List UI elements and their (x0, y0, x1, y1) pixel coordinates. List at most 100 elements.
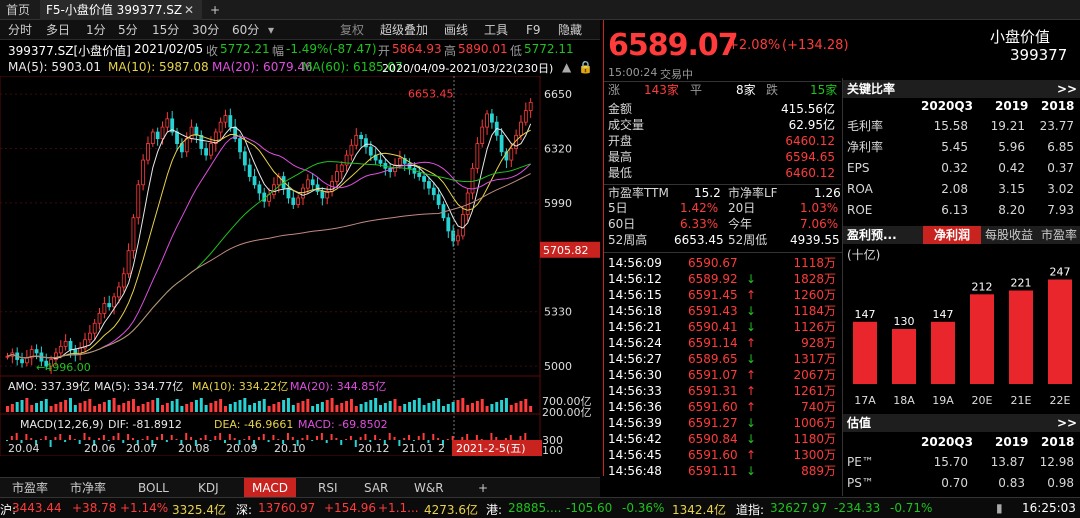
tab-sar[interactable]: SAR (356, 478, 396, 498)
tick-arrow-icon: ↑ (746, 336, 757, 350)
candle-body (397, 158, 402, 166)
tab-close-icon[interactable]: ✕ (180, 0, 200, 20)
macd-bar (480, 439, 483, 440)
tab-pb[interactable]: 市净率 (62, 478, 114, 498)
collapse-icon[interactable]: ▲ (562, 60, 571, 74)
hide-button[interactable]: 隐藏 (558, 20, 582, 40)
f9-button[interactable]: F9 (526, 20, 541, 40)
sh-index[interactable]: 3443.44 (12, 501, 62, 515)
stat-row: 最高 6594.65 (604, 149, 841, 165)
tab-boll[interactable]: BOLL (130, 478, 177, 498)
cell-value: 6.13 (941, 203, 968, 217)
forecast-tab-profit[interactable]: 净利润 (923, 226, 981, 244)
amo-bar (131, 399, 135, 412)
add-indicator-button[interactable]: + (470, 478, 496, 498)
forecast-category-label: 21E (1011, 394, 1032, 407)
period-1min[interactable]: 1分 (86, 20, 106, 40)
tick-volume: 1006万 (793, 416, 836, 430)
draw-button[interactable]: 画线 (444, 20, 468, 40)
tick-price: 6591.60 (688, 448, 738, 462)
forecast-header: 盈利预... 净利润 每股收益 市盈率 (843, 226, 1080, 244)
tick-arrow-icon: ↓ (746, 272, 757, 286)
tools-button[interactable]: 工具 (484, 20, 508, 40)
forecast-bar (1009, 290, 1033, 384)
hk-change: -105.60 (566, 501, 613, 515)
signal-icon: ▮ (996, 501, 1003, 515)
tab-macd[interactable]: MACD (244, 478, 296, 498)
dj-index[interactable]: 32627.97 (770, 501, 827, 515)
sz-index[interactable]: 13760.97 (258, 501, 315, 515)
forecast-value-label: 147 (855, 308, 876, 321)
amo-bar (78, 403, 82, 412)
period-30min[interactable]: 30分 (192, 20, 219, 40)
amo-bar (262, 399, 266, 412)
amo-bar (485, 406, 489, 412)
hk-index[interactable]: 28885.... (508, 501, 561, 515)
tab-current[interactable]: F5-小盘价值 399377.SZ (40, 0, 202, 20)
tick-list[interactable]: 14:56:09 6590.67 1118万 14:56:12 6589.92 ↓ 1828… (604, 252, 842, 476)
tick-time: 14:56:27 (608, 352, 662, 366)
cell-value: 0.32 (941, 161, 968, 175)
price-tick-label: 5000 (544, 360, 572, 373)
tick-price: 6590.84 (688, 432, 738, 446)
amo-bar (364, 402, 368, 412)
candle-body (354, 134, 359, 146)
macd-bar (374, 435, 377, 440)
amo-ma20-legend: MA(20): 344.85亿 (290, 380, 386, 393)
candle-body (310, 179, 315, 186)
forecast-tab-eps[interactable]: 每股收益 (985, 226, 1033, 244)
period-intraday[interactable]: 分时 (8, 20, 32, 40)
table-row: PS™ 0.70 0.83 0.98 (843, 475, 1080, 491)
macd-bar (461, 437, 464, 440)
amo-bar (359, 404, 363, 412)
tab-wr[interactable]: W&R (406, 478, 452, 498)
add-tab-button[interactable]: + (206, 0, 226, 20)
candle-body (63, 340, 68, 347)
macd-bar (277, 439, 280, 440)
amo-bar (151, 400, 155, 412)
tab-home[interactable]: 首页 (0, 0, 40, 20)
ratios-more-button[interactable]: >> (1057, 80, 1077, 98)
period-dropdown-icon[interactable]: ▾ (268, 20, 274, 40)
amo-bar (398, 406, 402, 412)
chart-canvas[interactable]: 6650 6320 5990 5330 5000 5705.82 6653.45 ←4996.… (0, 75, 600, 457)
period-multiday[interactable]: 多日 (46, 20, 70, 40)
close-label: 收 (206, 44, 219, 58)
period-60min[interactable]: 60分 (232, 20, 259, 40)
forecast-tab-pe[interactable]: 市盈率 (1041, 226, 1077, 244)
amo-legend: AMO: 337.39亿 (8, 380, 90, 393)
lock-icon[interactable]: 🔒 (578, 60, 593, 74)
tab-pe[interactable]: 市盈率 (4, 478, 56, 498)
amo-bar (311, 406, 315, 412)
tab-kdj[interactable]: KDJ (190, 478, 227, 498)
stat-label: 金额 (608, 102, 633, 116)
tick-volume: 1300万 (793, 448, 836, 462)
candle-body (247, 164, 252, 177)
overlay-button[interactable]: 超级叠加 (380, 20, 428, 40)
flat-count: 8家 (736, 83, 756, 97)
cell-value: 12.98 (1039, 455, 1074, 469)
amo-bar (383, 403, 387, 412)
indicator-tabs: 市盈率 市净率 BOLL KDJ MACD RSI SAR W&R + (0, 477, 600, 498)
macd-bar (161, 434, 164, 440)
macd-bar (286, 433, 289, 440)
amo-bar (267, 406, 271, 412)
perf-row-1: 5日 1.42% 20日 1.03% (604, 200, 841, 216)
tick-time: 14:56:42 (608, 432, 662, 446)
adjust-button[interactable]: 复权 (340, 20, 364, 40)
period-15min[interactable]: 15分 (152, 20, 179, 40)
amo-bar (214, 401, 218, 412)
kline-chart[interactable]: 6650 6320 5990 5330 5000 5705.82 6653.45 ←4996.… (0, 75, 600, 457)
period-5min[interactable]: 5分 (118, 20, 138, 40)
tab-rsi[interactable]: RSI (310, 478, 346, 498)
valuation-more-button[interactable]: >> (1057, 414, 1077, 432)
tick-arrow-icon: ↑ (746, 384, 757, 398)
max-price-label: 6653.45 (408, 88, 454, 101)
pb-value: 1.26 (814, 186, 841, 200)
row-label: ROE (847, 203, 873, 217)
candle-body (68, 340, 73, 351)
amo-bar (253, 403, 257, 412)
candle-body (427, 181, 431, 189)
macd-bar (437, 438, 440, 440)
stat-label: 成交量 (608, 118, 645, 132)
